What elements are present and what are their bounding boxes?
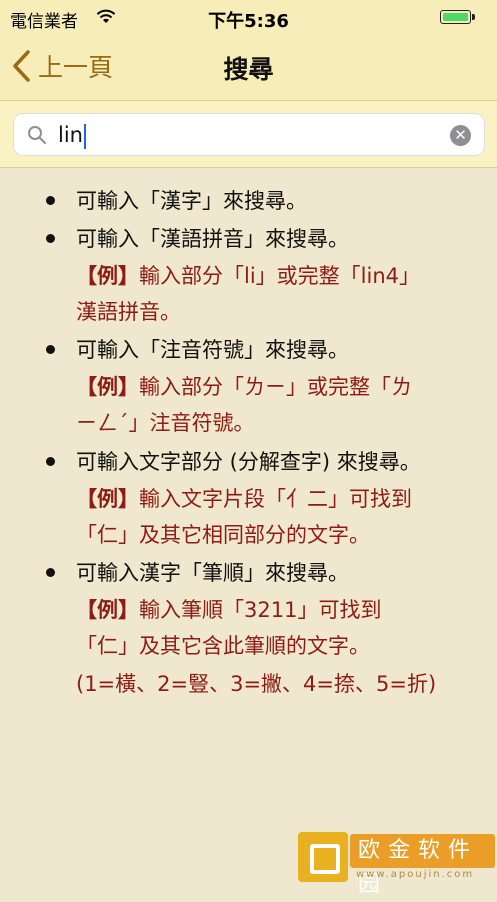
help-content: 可輸入「漢字」來搜尋。 可輸入「漢語拼音」來搜尋。 【例】輸入部分「li」或完整… [0, 168, 497, 883]
example-text: ㄧㄥˊ」注音符號。 [76, 411, 255, 435]
watermark: 欧金软件园 www.apoujin.com [298, 832, 497, 897]
help-item-text: 可輸入「漢語拼音」來搜尋。 [76, 227, 349, 251]
example-text: 輸入部分「li」或完整「lin4」 [139, 264, 421, 288]
search-input-value: lin [58, 123, 83, 147]
watermark-logo-icon [298, 832, 348, 882]
watermark-url: www.apoujin.com [356, 869, 475, 880]
search-bar: lin ✕ [0, 101, 497, 168]
search-input[interactable]: lin [58, 121, 86, 149]
bullet-dot [46, 234, 55, 243]
example-tag: 【例】 [76, 375, 139, 399]
example-text: 漢語拼音。 [76, 300, 181, 324]
example-tag: 【例】 [76, 264, 139, 288]
help-item-text: 可輸入文字部分 (分解查字) 來搜尋。 [76, 450, 421, 474]
battery-level [443, 13, 468, 21]
clear-icon[interactable]: ✕ [450, 125, 471, 146]
help-example-line: 【例】輸入部分「ㄌㄧ」或完整「ㄌ [76, 371, 412, 401]
help-example-line: 【例】輸入部分「li」或完整「lin4」 [76, 260, 420, 290]
help-item-text: 可輸入「漢字」來搜尋。 [76, 189, 307, 213]
status-time: 下午5:36 [208, 11, 289, 32]
bullet-dot [46, 345, 55, 354]
text-caret [83, 123, 86, 149]
example-text: (1=橫、2=豎、3=撇、4=捺、5=折) [76, 672, 437, 696]
example-text: 輸入筆順「3211」可找到 [139, 598, 382, 622]
search-field[interactable]: lin ✕ [13, 113, 485, 156]
watermark-text: 欧金软件园 [350, 834, 495, 897]
search-icon [28, 126, 46, 144]
status-bar: 電信業者 下午5:36 [0, 0, 497, 34]
example-tag: 【例】 [76, 598, 139, 622]
battery-tip [472, 14, 475, 20]
help-example-line: 【例】輸入文字片段「亻二」可找到 [76, 483, 412, 513]
bullet-dot [46, 457, 55, 466]
example-text: 「仁」及其它相同部分的文字。 [76, 523, 370, 547]
example-text: 輸入部分「ㄌㄧ」或完整「ㄌ [139, 375, 412, 399]
bullet-dot [46, 196, 55, 205]
help-example-line: 【例】輸入筆順「3211」可找到 [76, 594, 381, 624]
navigation-bar: 上一頁 搜尋 [0, 34, 497, 101]
page-title: 搜尋 [223, 55, 274, 84]
battery-icon [440, 10, 471, 24]
example-text: 輸入文字片段「亻二」可找到 [139, 487, 412, 511]
bullet-dot [46, 568, 55, 577]
help-item-text: 可輸入「注音符號」來搜尋。 [76, 338, 349, 362]
example-text: 「仁」及其它含此筆順的文字。 [76, 634, 370, 658]
help-item-text: 可輸入漢字「筆順」來搜尋。 [76, 561, 349, 585]
example-tag: 【例】 [76, 487, 139, 511]
